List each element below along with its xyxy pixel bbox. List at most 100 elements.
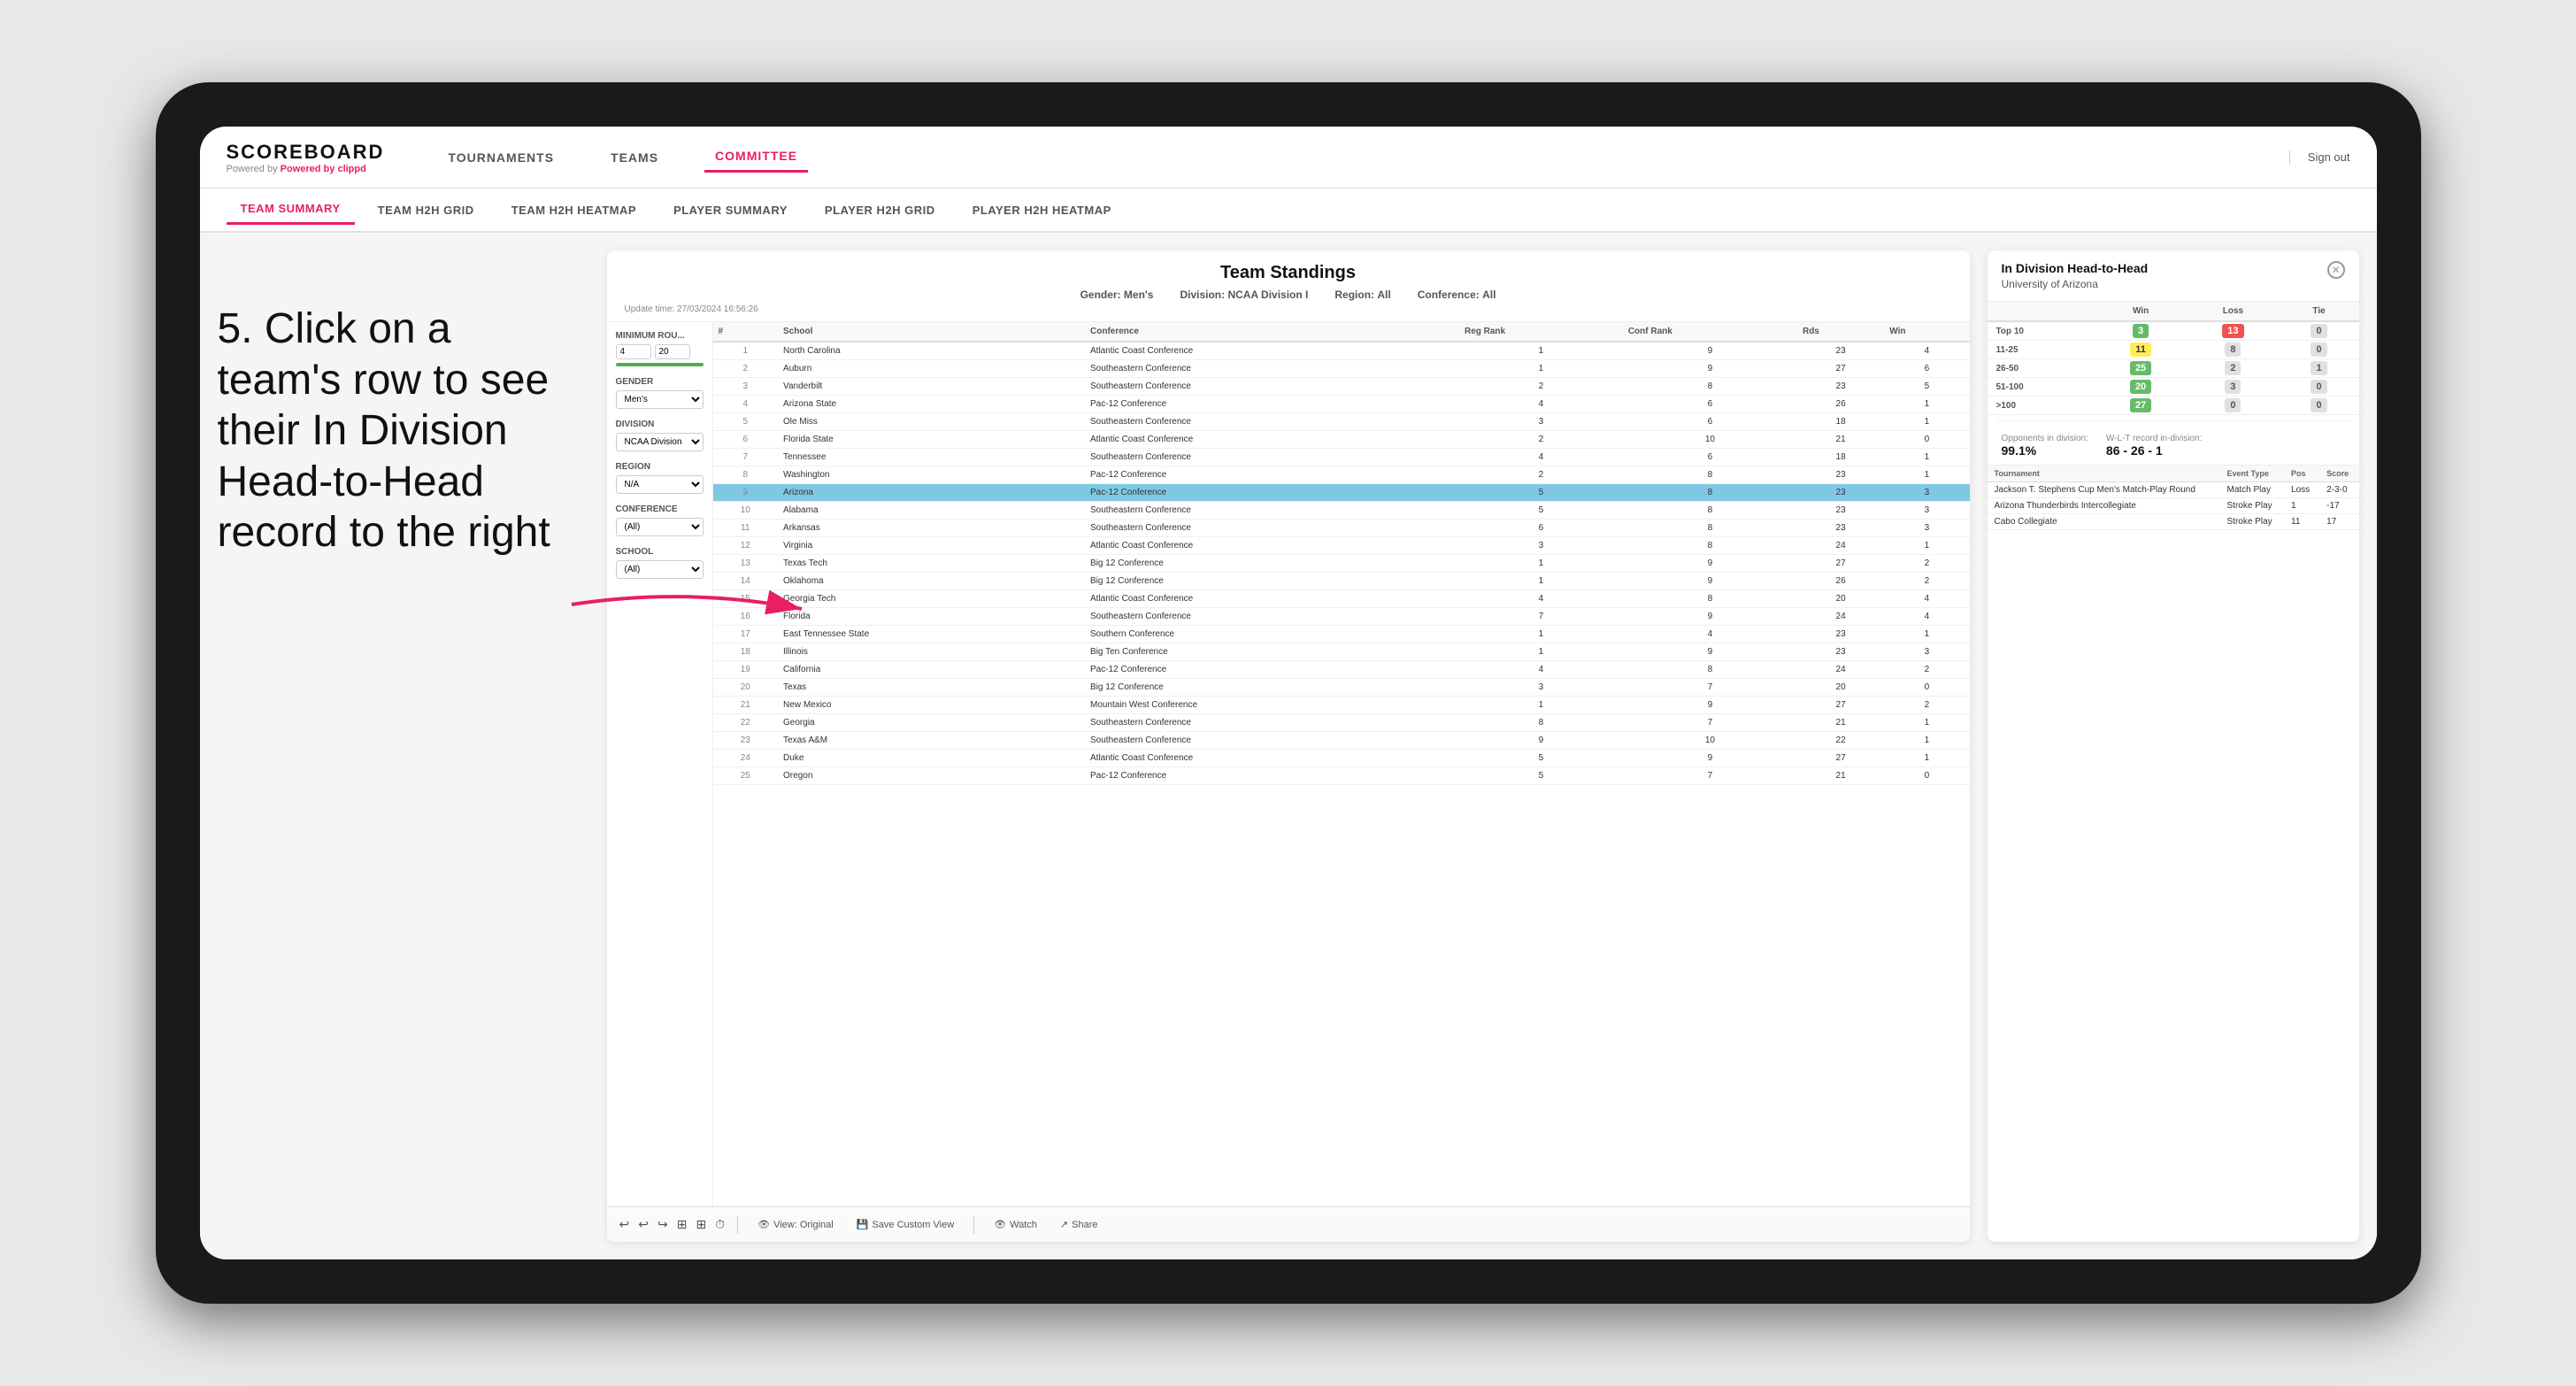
filter-max-input[interactable] — [655, 344, 690, 359]
table-row[interactable]: 10 Alabama Southeastern Conference 5 8 2… — [713, 502, 1970, 520]
cell-reg-rank: 4 — [1459, 396, 1623, 413]
table-row[interactable]: 15 Georgia Tech Atlantic Coast Conferenc… — [713, 590, 1970, 608]
table-row[interactable]: 16 Florida Southeastern Conference 7 9 2… — [713, 608, 1970, 626]
tournament-row: Arizona Thunderbirds Intercollegiate Str… — [1988, 498, 2359, 514]
h2h-win: 27 — [2095, 397, 2187, 415]
sub-nav-team-h2h-heatmap[interactable]: TEAM H2H HEATMAP — [497, 196, 650, 224]
cell-conference: Big 12 Conference — [1085, 573, 1459, 590]
table-row[interactable]: 18 Illinois Big Ten Conference 1 9 23 3 — [713, 643, 1970, 661]
table-row[interactable]: 2 Auburn Southeastern Conference 1 9 27 … — [713, 360, 1970, 378]
cell-rank: 21 — [713, 697, 779, 714]
table-row[interactable]: 19 California Pac-12 Conference 4 8 24 2 — [713, 661, 1970, 679]
table-row[interactable]: 8 Washington Pac-12 Conference 2 8 23 1 — [713, 466, 1970, 484]
zoom-icon[interactable]: ⊞ — [677, 1217, 688, 1232]
table-row[interactable]: 14 Oklahoma Big 12 Conference 1 9 26 2 — [713, 573, 1970, 590]
panel-body: Minimum Rou... Gender Men's — [607, 322, 1970, 1206]
cell-rank: 22 — [713, 714, 779, 732]
table-row[interactable]: 1 North Carolina Atlantic Coast Conferen… — [713, 342, 1970, 360]
filter-conference-select[interactable]: (All) — [616, 518, 704, 536]
view-original-btn[interactable]: 👁 View: Original — [750, 1215, 841, 1234]
cell-conf-rank: 8 — [1623, 537, 1797, 555]
cell-rank: 3 — [713, 378, 779, 396]
toolbar: ↩ ↩ ↪ ⊞ ⊞ ⏱ 👁 View: Original 💾 Save Cust… — [607, 1206, 1970, 1242]
redo-icon[interactable]: ↪ — [657, 1217, 668, 1232]
save-icon: 💾 — [857, 1219, 869, 1230]
cell-rds: 24 — [1797, 537, 1884, 555]
filter-region-select[interactable]: N/A — [616, 475, 704, 494]
nav-committee[interactable]: COMMITTEE — [704, 142, 808, 173]
nav-tournaments[interactable]: TOURNAMENTS — [437, 143, 565, 172]
cell-rank: 7 — [713, 449, 779, 466]
table-row[interactable]: 12 Virginia Atlantic Coast Conference 3 … — [713, 537, 1970, 555]
cell-reg-rank: 3 — [1459, 537, 1623, 555]
sub-nav-team-h2h-grid[interactable]: TEAM H2H GRID — [364, 196, 488, 224]
sub-nav-team-summary[interactable]: TEAM SUMMARY — [227, 195, 355, 225]
cell-reg-rank: 3 — [1459, 679, 1623, 697]
table-row[interactable]: 7 Tennessee Southeastern Conference 4 6 … — [713, 449, 1970, 466]
undo-icon[interactable]: ↩ — [619, 1217, 630, 1232]
filter-min-rounds-label: Minimum Rou... — [616, 331, 704, 341]
table-row[interactable]: 3 Vanderbilt Southeastern Conference 2 8… — [713, 378, 1970, 396]
cell-school: Washington — [778, 466, 1085, 484]
table-row[interactable]: 5 Ole Miss Southeastern Conference 3 6 1… — [713, 413, 1970, 431]
cell-conference: Southeastern Conference — [1085, 378, 1459, 396]
h2h-tie: 1 — [2280, 359, 2359, 378]
sub-nav-player-h2h-heatmap[interactable]: PLAYER H2H HEATMAP — [958, 196, 1126, 224]
table-row[interactable]: 22 Georgia Southeastern Conference 8 7 2… — [713, 714, 1970, 732]
table-row[interactable]: 23 Texas A&M Southeastern Conference 9 1… — [713, 732, 1970, 750]
save-custom-btn[interactable]: 💾 Save Custom View — [850, 1215, 961, 1234]
cell-reg-rank: 2 — [1459, 466, 1623, 484]
cell-win: 2 — [1884, 573, 1969, 590]
table-row[interactable]: 4 Arizona State Pac-12 Conference 4 6 26… — [713, 396, 1970, 413]
table-row[interactable]: 24 Duke Atlantic Coast Conference 5 9 27… — [713, 750, 1970, 767]
sub-nav-player-summary[interactable]: PLAYER SUMMARY — [659, 196, 802, 224]
cell-conference: Pac-12 Conference — [1085, 767, 1459, 785]
table-row[interactable]: 6 Florida State Atlantic Coast Conferenc… — [713, 431, 1970, 449]
table-row[interactable]: 25 Oregon Pac-12 Conference 5 7 21 0 — [713, 767, 1970, 785]
h2h-tie: 0 — [2280, 378, 2359, 397]
cell-rank: 4 — [713, 396, 779, 413]
table-row[interactable]: 9 Arizona Pac-12 Conference 5 8 23 3 — [713, 484, 1970, 502]
undo2-icon[interactable]: ↩ — [638, 1217, 649, 1232]
cell-win: 0 — [1884, 679, 1969, 697]
cell-reg-rank: 4 — [1459, 449, 1623, 466]
opponents-value: 99.1% — [2002, 443, 2088, 458]
panel-meta: Gender: Men's Division: NCAA Division I … — [625, 289, 1952, 301]
cell-conf-rank: 9 — [1623, 643, 1797, 661]
sign-out-button[interactable]: Sign out — [2289, 150, 2350, 164]
cell-rank: 19 — [713, 661, 779, 679]
grid-icon[interactable]: ⊞ — [696, 1217, 706, 1232]
cell-conference: Southeastern Conference — [1085, 413, 1459, 431]
t-score: -17 — [2319, 498, 2358, 514]
share-btn[interactable]: ↗ Share — [1053, 1215, 1105, 1234]
cell-win: 1 — [1884, 626, 1969, 643]
cell-conf-rank: 6 — [1623, 413, 1797, 431]
h2h-header-text: In Division Head-to-Head University of A… — [2002, 261, 2149, 290]
sub-nav-player-h2h-grid[interactable]: PLAYER H2H GRID — [811, 196, 950, 224]
record-label: W-L-T record in-division: — [2106, 434, 2203, 443]
h2h-range: 26-50 — [1988, 359, 2095, 378]
cell-rank: 23 — [713, 732, 779, 750]
cell-win: 2 — [1884, 661, 1969, 679]
table-row[interactable]: 11 Arkansas Southeastern Conference 6 8 … — [713, 520, 1970, 537]
table-row[interactable]: 21 New Mexico Mountain West Conference 1… — [713, 697, 1970, 714]
cell-reg-rank: 1 — [1459, 342, 1623, 360]
cell-reg-rank: 5 — [1459, 502, 1623, 520]
nav-teams[interactable]: TEAMS — [600, 143, 669, 172]
filter-gender-select[interactable]: Men's — [616, 390, 704, 409]
watch-btn[interactable]: 👁 Watch — [987, 1215, 1044, 1234]
filter-min-input[interactable] — [616, 344, 651, 359]
h2h-close-button[interactable]: ✕ — [2327, 261, 2345, 279]
table-row[interactable]: 20 Texas Big 12 Conference 3 7 20 0 — [713, 679, 1970, 697]
h2h-win: 20 — [2095, 378, 2187, 397]
filter-division: Division NCAA Division I — [616, 420, 704, 451]
watch-icon: 👁 — [994, 1219, 1006, 1230]
col-rank: # — [713, 322, 779, 342]
clock-icon[interactable]: ⏱ — [715, 1217, 725, 1232]
tournament-row: Jackson T. Stephens Cup Men's Match-Play… — [1988, 482, 2359, 498]
cell-reg-rank: 1 — [1459, 360, 1623, 378]
table-row[interactable]: 17 East Tennessee State Southern Confere… — [713, 626, 1970, 643]
table-row[interactable]: 13 Texas Tech Big 12 Conference 1 9 27 2 — [713, 555, 1970, 573]
logo-area: SCOREBOARD Powered by Powered by clippd — [227, 141, 385, 174]
filter-division-select[interactable]: NCAA Division I — [616, 433, 704, 451]
